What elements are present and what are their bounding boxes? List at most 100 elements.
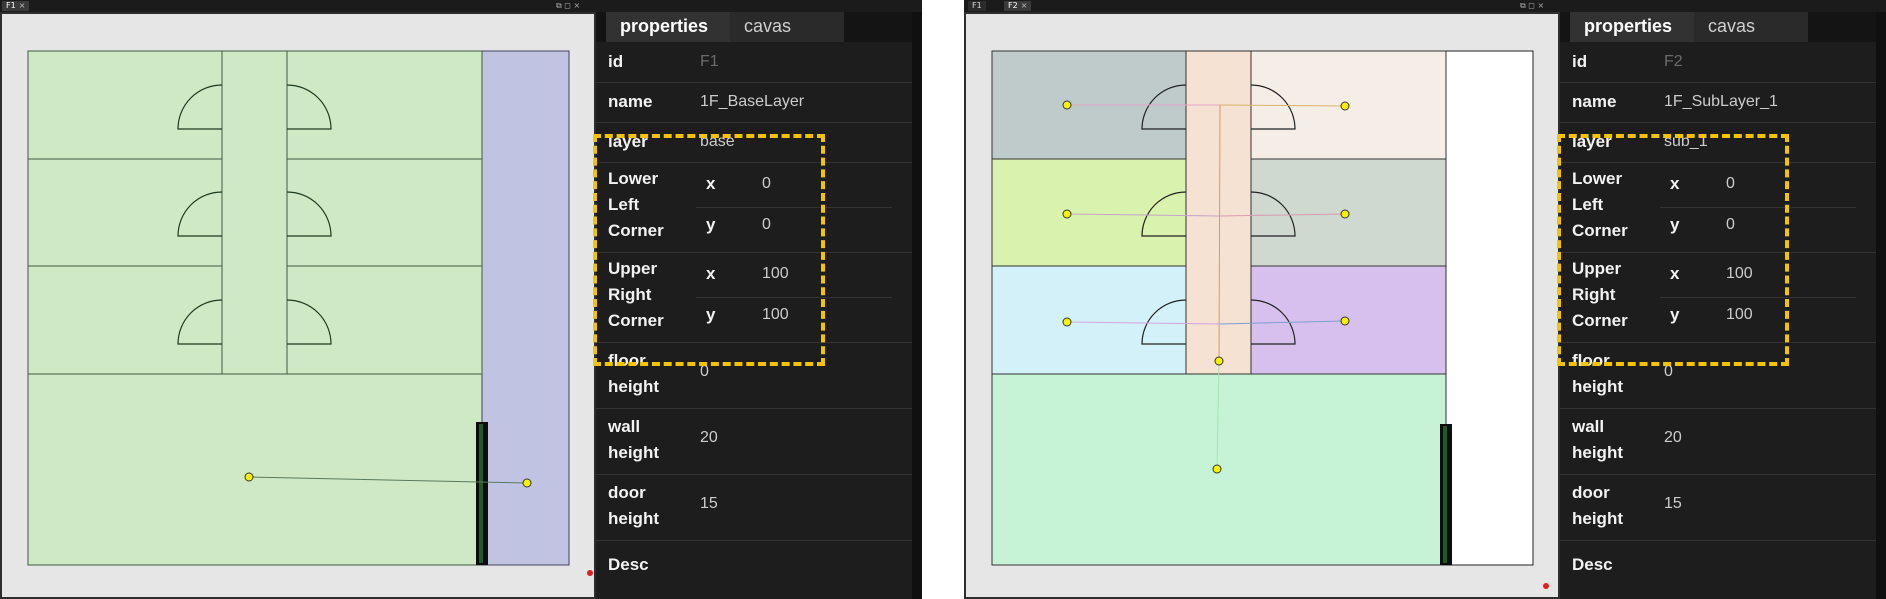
floor-plan-canvas[interactable]: [964, 12, 1560, 599]
name-label: name: [1572, 92, 1617, 111]
row-door-height: door height 15: [1560, 474, 1876, 541]
name-field[interactable]: 1F_BaseLayer: [700, 93, 804, 111]
graph-node[interactable]: [244, 472, 254, 482]
window-controls[interactable]: ⧉ ◻ ×: [1520, 0, 1544, 12]
door-height-field[interactable]: 15: [1664, 495, 1682, 513]
id-label: id: [608, 52, 624, 71]
wall-label-line-1: wall: [1572, 417, 1605, 436]
door-height-field[interactable]: 15: [700, 495, 718, 513]
urc-x-field[interactable]: 100: [762, 265, 789, 283]
name-label: name: [608, 92, 653, 111]
llc-y-row: y 0: [696, 207, 892, 251]
desc-label: Desc: [1572, 555, 1613, 574]
llc-y-field[interactable]: 0: [762, 216, 771, 234]
door-bar-inner: [1443, 426, 1447, 563]
properties-tabbar: properties cavas: [596, 12, 912, 42]
door-bar-inner: [479, 424, 483, 563]
floor-label-line-1: floor: [1572, 351, 1610, 370]
tab-properties[interactable]: properties: [606, 12, 730, 42]
layer-field[interactable]: sub_1: [1664, 133, 1708, 151]
llc-x-field[interactable]: 0: [762, 175, 771, 193]
llc-y-row: y 0: [1660, 207, 1856, 251]
name-field[interactable]: 1F_SubLayer_1: [1664, 93, 1778, 111]
row-wall-height: wall height 20: [596, 408, 912, 475]
door-label-line-1: door: [608, 483, 646, 502]
row-wall-height: wall height 20: [1560, 408, 1876, 475]
graph-node[interactable]: [1340, 316, 1350, 326]
urc-x-row: x 100: [1660, 252, 1856, 298]
graph-node[interactable]: [1062, 209, 1072, 219]
floor-height-label: floor height: [1572, 348, 1623, 400]
room-a3[interactable]: [991, 265, 1187, 375]
tab-f1-label: F1: [972, 1, 982, 10]
graph-node[interactable]: [1340, 209, 1350, 219]
row-desc: Desc: [596, 540, 912, 590]
status-indicator: [587, 570, 593, 576]
right-document-tabstrip: F1 F2 × ⧉ ◻ ×: [964, 0, 1886, 12]
wall-label-line-2: height: [1572, 443, 1623, 462]
graph-node[interactable]: [1340, 101, 1350, 111]
llc-label-line-1: Lower: [608, 169, 659, 188]
layer-field[interactable]: base: [700, 133, 735, 151]
graph-node[interactable]: [1062, 100, 1072, 110]
graph-node[interactable]: [522, 478, 532, 488]
llc-label-line-2: Left: [608, 195, 640, 214]
wall-height-label: wall height: [1572, 414, 1623, 466]
close-icon[interactable]: ×: [1021, 1, 1028, 10]
floor-plan-canvas[interactable]: [0, 12, 596, 599]
door-label-line-2: height: [608, 509, 659, 528]
llc-x-label: x: [1670, 174, 1680, 193]
id-value: F2: [1664, 53, 1683, 70]
wall-height-field[interactable]: 20: [1664, 429, 1682, 447]
room-hallway[interactable]: [1185, 50, 1252, 375]
floor-plan-f1[interactable]: [2, 14, 594, 597]
left-editor-window: F1 × ⧉ ◻ × properties cavas id F1 name 1…: [0, 0, 922, 599]
close-icon[interactable]: ×: [19, 1, 26, 10]
graph-node[interactable]: [1214, 356, 1224, 366]
lower-left-corner-label: Lower Left Corner: [608, 166, 664, 244]
tab-canvas[interactable]: cavas: [730, 12, 844, 42]
urc-x-field[interactable]: 100: [1726, 265, 1753, 283]
window-controls[interactable]: ⧉ ◻ ×: [556, 0, 580, 12]
row-floor-height: floor height 0: [596, 342, 912, 409]
urc-y-row: y 100: [696, 297, 892, 341]
desc-label: Desc: [608, 555, 649, 574]
floor-height-field[interactable]: 0: [1664, 363, 1673, 381]
urc-y-label: y: [1670, 305, 1680, 324]
floor-plan-f2[interactable]: [966, 14, 1558, 597]
room-main-area[interactable]: [27, 50, 483, 566]
row-id: id F2: [1560, 42, 1876, 83]
row-layer: layer sub_1: [1560, 122, 1876, 163]
llc-x-row: x 0: [696, 162, 892, 208]
wall-label-line-2: height: [608, 443, 659, 462]
room-side-corridor[interactable]: [481, 50, 570, 566]
floor-height-field[interactable]: 0: [700, 363, 709, 381]
door-label-line-2: height: [1572, 509, 1623, 528]
tab-f2-label: F2: [1008, 1, 1018, 10]
graph-node[interactable]: [1062, 317, 1072, 327]
tab-f1[interactable]: F1 ×: [2, 1, 30, 11]
status-indicator: [1543, 583, 1549, 589]
wall-height-field[interactable]: 20: [700, 429, 718, 447]
tab-f2[interactable]: F2 ×: [1004, 1, 1032, 11]
upper-right-corner-label: Upper Right Corner: [608, 256, 664, 334]
door-height-label: door height: [608, 480, 659, 532]
urc-x-row: x 100: [696, 252, 892, 298]
room-a2[interactable]: [991, 158, 1187, 267]
tab-canvas[interactable]: cavas: [1694, 12, 1808, 42]
llc-x-field[interactable]: 0: [1726, 175, 1735, 193]
urc-y-field[interactable]: 100: [1726, 306, 1753, 324]
urc-y-row: y 100: [1660, 297, 1856, 341]
floor-label-line-2: height: [608, 377, 659, 396]
row-upper-right-corner: Upper Right Corner x 100 y 100: [596, 252, 912, 343]
row-desc: Desc: [1560, 540, 1876, 590]
graph-node[interactable]: [1212, 464, 1222, 474]
row-layer: layer base: [596, 122, 912, 163]
llc-label-line-3: Corner: [608, 221, 664, 240]
urc-label-line-2: Right: [608, 285, 652, 304]
tab-f1[interactable]: F1: [968, 1, 986, 11]
llc-y-field[interactable]: 0: [1726, 216, 1735, 234]
urc-y-field[interactable]: 100: [762, 306, 789, 324]
llc-x-label: x: [706, 174, 716, 193]
tab-properties[interactable]: properties: [1570, 12, 1694, 42]
